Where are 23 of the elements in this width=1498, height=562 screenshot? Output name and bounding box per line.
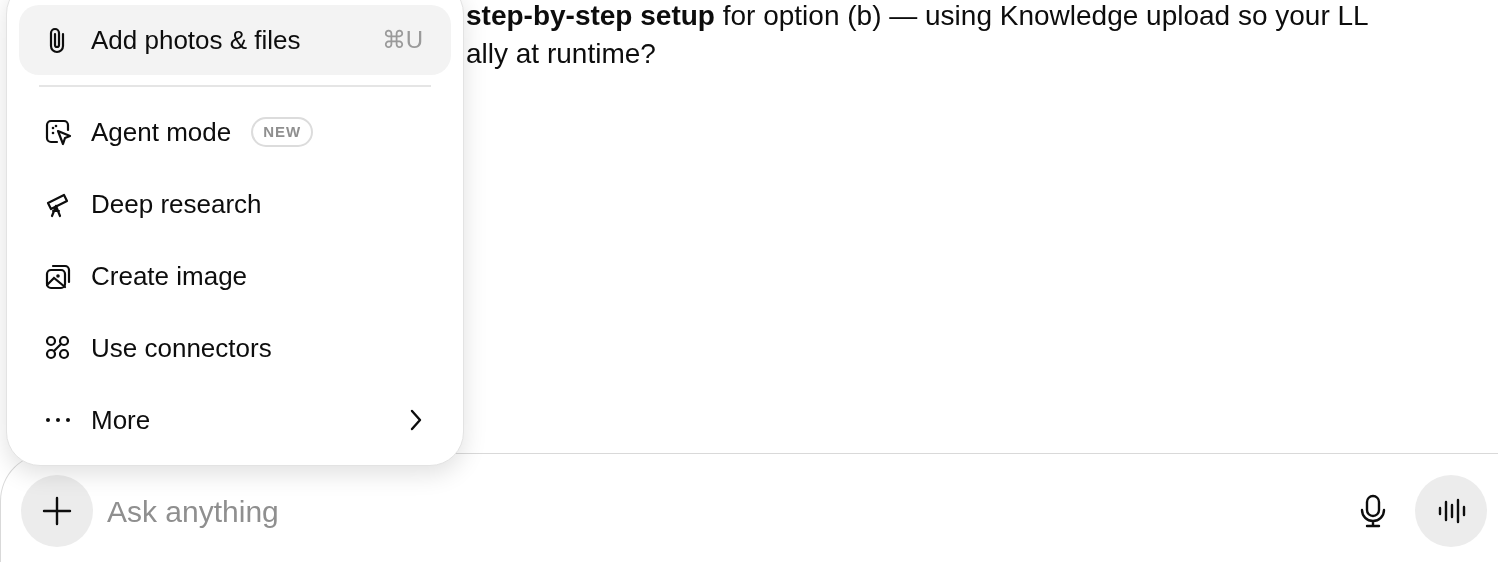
menu-item-label: Use connectors [91,331,272,365]
message-text: ally at runtime? [466,38,657,70]
menu-item-label: Agent mode [91,115,232,149]
menu-item-label: Deep research [91,187,262,221]
new-badge: NEW [251,117,314,147]
menu-item[interactable]: Create image [19,241,451,311]
plus-icon [41,495,73,527]
waveform-icon [1437,496,1467,526]
microphone-icon [1359,494,1387,528]
menu-item-label: Add photos & files [91,23,301,57]
message-input[interactable]: Ask anything [107,489,1307,533]
menu-item[interactable]: Deep research [19,169,451,239]
more-icon [43,417,73,423]
menu-item[interactable]: More [19,385,451,455]
menu-item[interactable]: Add photos & files ⌘U [19,5,451,75]
menu-item[interactable]: Agent mode NEW [19,97,451,167]
menu-item[interactable]: Use connectors [19,313,451,383]
cursor-icon [43,117,73,147]
menu-item-label: More [91,403,151,437]
composer-field[interactable]: Ask anything [0,453,1498,562]
message-text: step-by-step setup for option (b) — using Knowledge upload so your LL [466,0,1369,32]
menu-item-label: Create image [91,259,248,293]
shortcut-hint: ⌘U [381,25,423,55]
